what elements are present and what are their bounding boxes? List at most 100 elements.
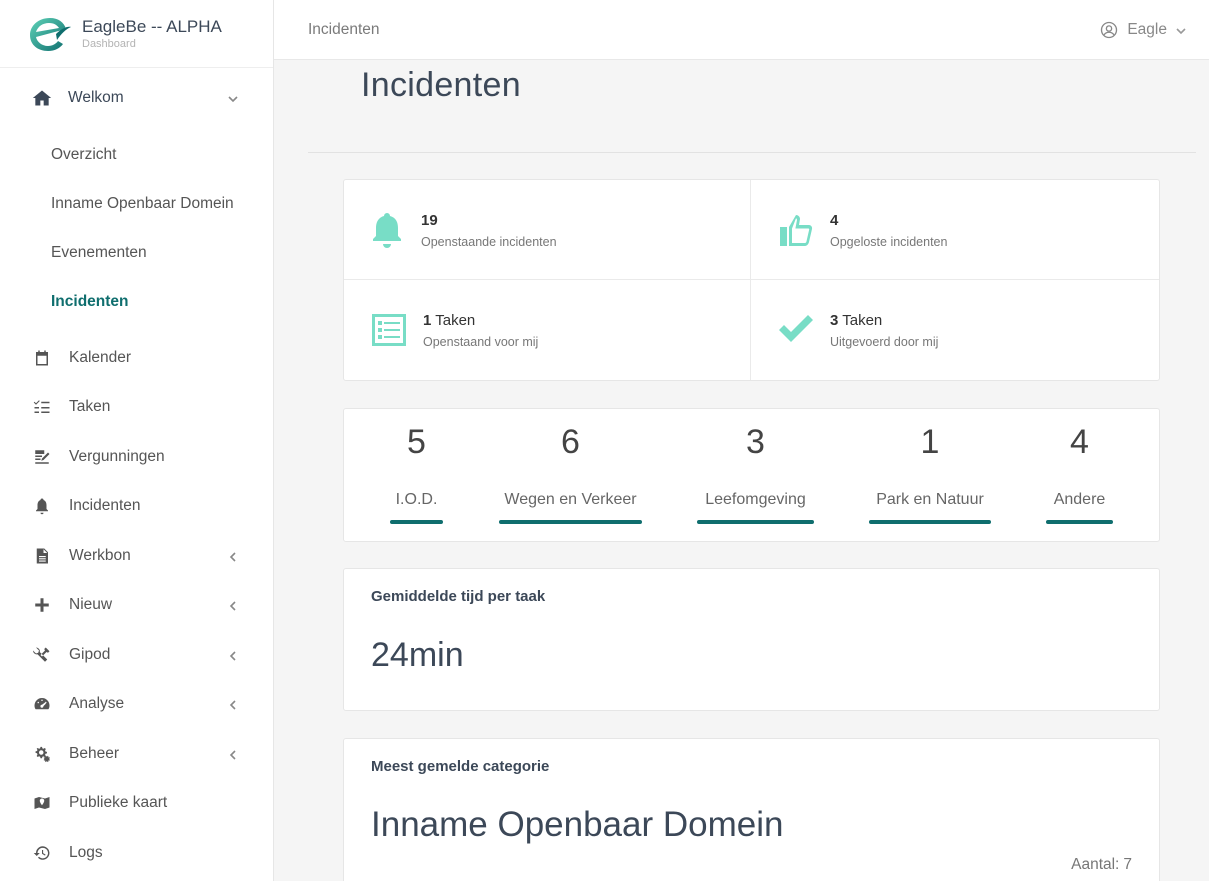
category-underline	[869, 520, 991, 524]
card-title: Meest gemelde categorie	[371, 758, 550, 775]
chevron-down-icon	[227, 92, 239, 104]
sidebar-subnav-welkom: Overzicht Inname Openbaar Domein Eveneme…	[0, 128, 273, 333]
sidebar-item-gipod[interactable]: Gipod	[0, 630, 273, 680]
sidebar-subitem-overzicht[interactable]: Overzicht	[0, 130, 273, 179]
brand-subtitle: Dashboard	[82, 37, 136, 50]
stat-value: 4	[830, 211, 947, 231]
stat-open-incidents[interactable]: 19 Openstaande incidenten	[344, 180, 751, 280]
category-label: Park en Natuur	[876, 491, 984, 508]
sidebar-item-kalender[interactable]: Kalender	[0, 333, 273, 383]
sidebar-subitem-inname-openbaar-domein[interactable]: Inname Openbaar Domein	[0, 179, 273, 228]
stat-solved-incidents[interactable]: 4 Opgeloste incidenten	[751, 180, 1159, 280]
check-icon	[776, 310, 816, 350]
stat-open-tasks[interactable]: 1 Taken Openstaand voor mij	[344, 280, 751, 380]
gauge-icon	[32, 694, 52, 714]
sidebar-item-label: Logs	[69, 843, 103, 861]
title-divider	[308, 152, 1196, 153]
sidebar-item-taken[interactable]: Taken	[0, 383, 273, 433]
sidebar-item-publieke-kaart[interactable]: Publieke kaart	[0, 779, 273, 829]
category-count: 1	[920, 423, 940, 461]
category-counts-card: 5 I.O.D. 6 Wegen en Verkeer 3 Leefomgevi…	[343, 408, 1160, 542]
stat-value: 3 Taken	[830, 311, 938, 331]
stat-label: Openstaand voor mij	[423, 335, 539, 349]
brand[interactable]: EagleBe -- ALPHA Dashboard	[0, 0, 273, 68]
category-label: Leefomgeving	[705, 491, 806, 508]
open-tasks-count: 1	[423, 312, 432, 329]
tasks-icon	[32, 397, 52, 417]
count-label: Aantal:	[1071, 856, 1120, 873]
sidebar-item-werkbon[interactable]: Werkbon	[0, 531, 273, 581]
category-iod[interactable]: 5 I.O.D.	[390, 409, 443, 543]
sidebar-item-vergunningen[interactable]: Vergunningen	[0, 432, 273, 482]
sidebar-item-welkom[interactable]: Welkom	[0, 68, 273, 128]
category-leefomgeving[interactable]: 3 Leefomgeving	[697, 409, 814, 543]
stat-label: Uitgevoerd door mij	[830, 335, 939, 349]
home-icon	[32, 88, 52, 108]
sidebar-item-nieuw[interactable]: Nieuw	[0, 581, 273, 631]
sidebar-subitem-evenementen[interactable]: Evenementen	[0, 229, 273, 278]
sidebar-subitem-incidenten[interactable]: Incidenten	[0, 278, 273, 327]
stat-value: 1 Taken	[423, 311, 538, 331]
user-menu[interactable]: Eagle	[1100, 0, 1187, 60]
sidebar-item-label: Incidenten	[69, 497, 141, 515]
count-value: 7	[1123, 856, 1132, 873]
chevron-left-icon	[227, 550, 239, 562]
done-tasks-unit: Taken	[842, 312, 883, 329]
category-count: 3	[746, 423, 765, 461]
category-wegen-en-verkeer[interactable]: 6 Wegen en Verkeer	[499, 409, 642, 543]
history-icon	[32, 843, 52, 863]
user-circle-icon	[1100, 21, 1118, 39]
sidebar-item-label: Werkbon	[69, 546, 131, 564]
sidebar: EagleBe -- ALPHA Dashboard Welkom Overzi…	[0, 0, 274, 881]
eaglebe-logo-icon	[28, 14, 72, 54]
category-underline	[697, 520, 814, 524]
sidebar-item-label: Gipod	[69, 645, 111, 663]
map-icon	[32, 793, 52, 813]
sidebar-item-label: Nieuw	[69, 596, 113, 614]
avg-time-value: 24min	[371, 636, 464, 674]
card-title: Gemiddelde tijd per taak	[371, 588, 546, 605]
sidebar-item-beheer[interactable]: Beheer	[0, 729, 273, 779]
plus-icon	[32, 595, 52, 615]
category-underline	[390, 520, 443, 524]
category-count: 5	[407, 423, 426, 461]
main-content: Incidenten 19 Openstaande incidenten 4 O…	[274, 60, 1209, 881]
sidebar-item-analyse[interactable]: Analyse	[0, 680, 273, 730]
category-andere[interactable]: 4 Andere	[1046, 409, 1113, 543]
sidebar-item-label: Welkom	[68, 89, 124, 106]
sidebar-item-label: Beheer	[69, 744, 119, 762]
avg-time-card: Gemiddelde tijd per taak 24min	[343, 568, 1160, 711]
bell-icon	[367, 210, 407, 250]
sidebar-nav: Welkom	[0, 68, 273, 128]
most-reported-card: Meest gemelde categorie Inname Openbaar …	[343, 738, 1160, 881]
sidebar-item-label: Kalender	[69, 348, 132, 366]
category-underline	[499, 520, 642, 524]
sidebar-item-incidenten[interactable]: Incidenten	[0, 482, 273, 532]
user-name: Eagle	[1127, 21, 1167, 38]
stat-label: Opgeloste incidenten	[830, 234, 948, 249]
sidebar-item-label: Vergunningen	[69, 447, 165, 465]
done-tasks-count: 3	[830, 312, 839, 329]
stat-label: Openstaande incidenten	[421, 234, 557, 249]
solved-incidents-count: 4	[830, 211, 839, 229]
stat-done-tasks[interactable]: 3 Taken Uitgevoerd door mij	[751, 280, 1159, 380]
category-count: 4	[1070, 423, 1089, 461]
document-icon	[32, 546, 52, 566]
open-tasks-unit: Taken	[435, 312, 476, 329]
bell-icon	[32, 496, 52, 516]
category-label: Wegen en Verkeer	[504, 491, 637, 508]
sidebar-item-label: Publieke kaart	[69, 794, 168, 812]
license-icon	[32, 447, 52, 467]
open-incidents-count: 19	[421, 211, 438, 229]
chevron-left-icon	[227, 649, 239, 661]
most-reported-category: Inname Openbaar Domein	[371, 805, 784, 844]
chevron-left-icon	[227, 698, 239, 710]
page-title: Incidenten	[361, 66, 521, 104]
sidebar-item-logs[interactable]: Logs	[0, 828, 273, 878]
sidebar-item-label: Analyse	[69, 695, 125, 713]
chevron-left-icon	[227, 748, 239, 760]
thumbs-up-icon	[776, 210, 816, 250]
category-count: 6	[561, 423, 580, 461]
sidebar-item-label: Taken	[69, 398, 111, 416]
category-park-en-natuur[interactable]: 1 Park en Natuur	[869, 409, 991, 543]
